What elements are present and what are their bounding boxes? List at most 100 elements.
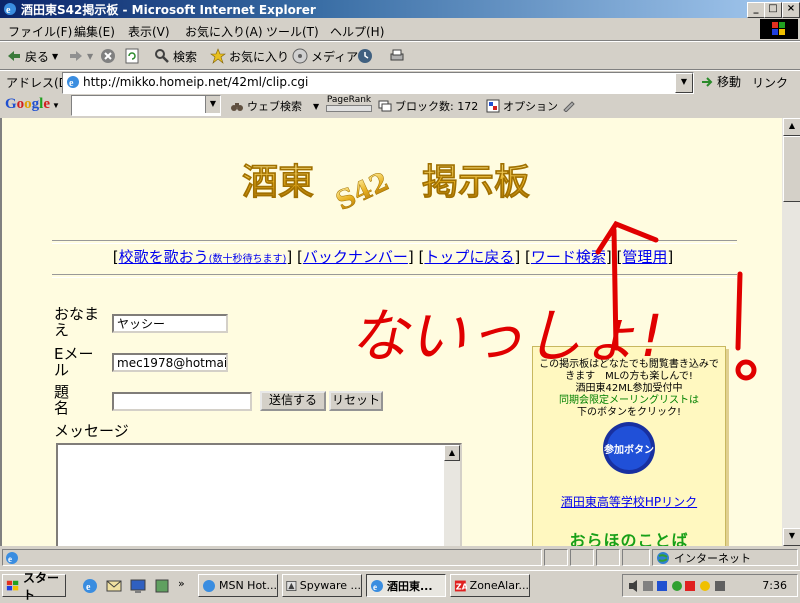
chevron-down-icon[interactable]: ▼ — [205, 96, 220, 113]
start-button[interactable]: スタート — [2, 571, 66, 602]
history-button[interactable] — [357, 46, 373, 66]
windows-flag-icon — [6, 580, 19, 590]
media-icon — [292, 48, 308, 64]
svg-text:e: e — [8, 554, 12, 564]
app-quicklaunch-icon[interactable] — [154, 578, 170, 594]
history-icon — [358, 49, 372, 63]
popup-blocker-icon — [378, 100, 392, 112]
menu-view[interactable]: 表示(V) — [128, 23, 170, 40]
refresh-icon — [125, 48, 139, 64]
pagerank-indicator[interactable]: PageRank — [326, 95, 372, 112]
google-logo[interactable]: Google ▼ — [5, 96, 60, 113]
menu-edit[interactable]: 編集(E) — [74, 23, 115, 40]
annotation-exclaim-dot — [735, 359, 757, 381]
menu-bar: ファイル(F) 編集(E) 表示(V) お気に入り(A) ツール(T) ヘルプ(… — [0, 18, 800, 40]
options-icon — [486, 99, 500, 113]
svg-text:e: e — [69, 78, 74, 89]
popup-blocker[interactable]: ブロック数: 172 — [378, 98, 478, 114]
start-label: スタート — [23, 570, 60, 602]
favorites-star-icon — [210, 48, 226, 64]
taskbar: スタート e » MSN Hot... Spyware ... e 酒田東...… — [0, 570, 800, 602]
page-status-icon: e — [6, 552, 18, 564]
forward-arrow-icon — [70, 51, 82, 61]
svg-text:ZA: ZA — [456, 581, 467, 591]
menu-file[interactable]: ファイル(F) — [8, 23, 72, 40]
zone-label: インターネット — [674, 552, 751, 565]
scroll-up-icon[interactable]: ▲ — [783, 118, 800, 136]
print-button[interactable] — [389, 46, 405, 66]
options-button[interactable]: オプション — [486, 98, 558, 114]
menu-tools[interactable]: ツール(T) — [266, 23, 319, 40]
search-label: 検索 — [173, 49, 198, 64]
annotation-text: ないっしょ! — [350, 302, 663, 370]
web-search-button[interactable]: ウェブ検索 ▼ — [230, 98, 319, 114]
ie-quicklaunch-icon[interactable]: e — [82, 578, 98, 594]
pagerank-bar — [326, 105, 372, 112]
svg-text:e: e — [6, 5, 11, 16]
status-panel-4 — [596, 549, 620, 566]
favorites-button[interactable]: お気に入り — [210, 46, 289, 66]
media-button[interactable]: メディア — [292, 46, 358, 66]
status-panel-5 — [622, 549, 650, 566]
task-browser-active[interactable]: e 酒田東... — [366, 574, 446, 597]
go-button[interactable]: 移動 — [700, 73, 741, 90]
zonealarm-icon: ZA — [454, 580, 467, 591]
ie-task-icon: e — [371, 579, 383, 592]
window-title: 酒田東S42掲示板 - Microsoft Internet Explorer — [21, 3, 316, 17]
google-search-input[interactable]: ▼ — [71, 95, 221, 116]
menu-help[interactable]: ヘルプ(H) — [330, 23, 384, 40]
favorites-label: お気に入り — [229, 49, 290, 64]
media-label: メディア — [311, 49, 359, 64]
internet-zone: インターネット — [656, 550, 751, 566]
task-zonealarm[interactable]: ZA ZoneAlar... — [450, 574, 530, 597]
stop-icon — [101, 49, 115, 63]
refresh-button[interactable] — [124, 46, 140, 66]
chevron-down-icon[interactable]: ▼ — [87, 52, 93, 61]
forward-button[interactable]: ▼ — [68, 46, 93, 66]
highlighter-icon — [563, 101, 575, 112]
outlook-quicklaunch-icon[interactable] — [106, 578, 122, 594]
back-label: 戻る — [25, 49, 50, 64]
address-url: http://mikko.homeip.net/42ml/clip.cgi — [83, 75, 309, 89]
search-button[interactable]: 検索 — [154, 46, 197, 66]
back-button[interactable]: 戻る ▼ — [6, 46, 58, 66]
highlight-button[interactable] — [562, 98, 576, 112]
page-scrollbar[interactable]: ▲ ▼ — [782, 118, 800, 546]
links-button[interactable]: リンク — [752, 74, 788, 91]
back-arrow-icon — [8, 51, 20, 61]
web-search-label: ウェブ検索 — [247, 100, 302, 113]
desktop-quicklaunch-icon[interactable] — [130, 578, 146, 594]
minimize-button[interactable]: _ — [747, 2, 765, 18]
page-content: 酒東 S42 掲示板 [校歌を歌おう(数十秒待ちます)] [バックナンバー] [… — [0, 118, 782, 546]
svg-text:e: e — [86, 582, 91, 593]
pagerank-label: PageRank — [326, 95, 372, 105]
more-quicklaunch-icon[interactable]: » — [178, 577, 185, 590]
search-icon — [155, 49, 169, 63]
task-spyware[interactable]: Spyware ... — [282, 574, 362, 597]
msn-icon — [202, 579, 215, 592]
address-dropdown-icon[interactable]: ▼ — [675, 73, 693, 93]
address-bar: アドレス(D) e http://mikko.homeip.net/42ml/c… — [0, 71, 800, 94]
annotation-exclaim-stroke — [735, 271, 743, 351]
page-icon: e — [67, 76, 79, 89]
windows-logo-icon — [760, 19, 798, 39]
stop-button[interactable] — [100, 46, 116, 66]
scroll-down-icon[interactable]: ▼ — [783, 528, 800, 546]
title-bar[interactable]: e 酒田東S42掲示板 - Microsoft Internet Explore… — [0, 0, 800, 18]
standard-toolbar: 戻る ▼ ▼ 検索 お気に入り メディア — [0, 42, 800, 70]
maximize-button[interactable]: □ — [764, 2, 782, 18]
menu-favorites[interactable]: お気に入り(A) — [185, 23, 263, 40]
close-button[interactable]: × — [782, 2, 800, 18]
status-text-panel: e — [2, 549, 542, 566]
tray-icons[interactable] — [627, 578, 737, 594]
system-tray: 7:36 — [622, 574, 798, 597]
go-label: 移動 — [717, 75, 742, 89]
status-bar: e インターネット — [0, 547, 800, 568]
scroll-thumb[interactable] — [783, 136, 800, 202]
address-input[interactable]: e http://mikko.homeip.net/42ml/clip.cgi … — [62, 72, 694, 94]
clock[interactable]: 7:36 — [762, 579, 787, 592]
task-msn[interactable]: MSN Hot... — [198, 574, 278, 597]
status-panel-2 — [544, 549, 568, 566]
chevron-down-icon[interactable]: ▼ — [313, 102, 319, 111]
chevron-down-icon[interactable]: ▼ — [52, 52, 58, 61]
